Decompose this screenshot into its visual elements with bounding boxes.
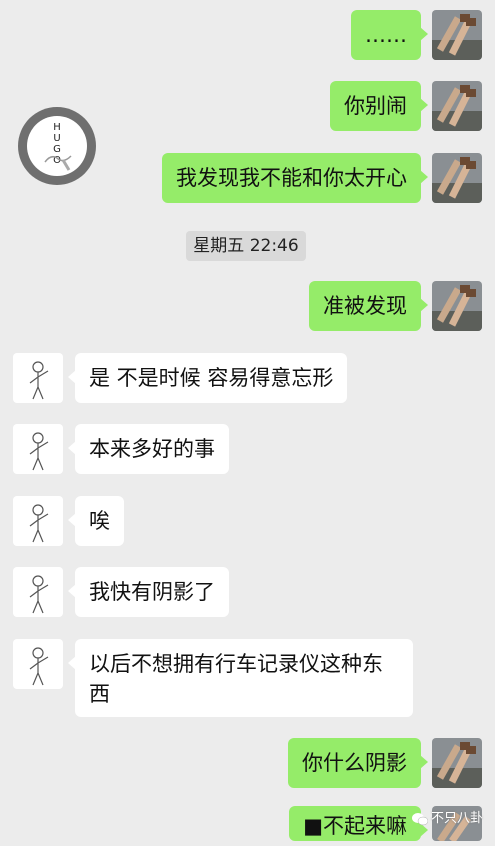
legs-photo-icon — [432, 153, 482, 203]
my-message-bubble[interactable]: 我发现我不能和你太开心 — [162, 153, 428, 203]
message-text: ■不起来嘛 — [303, 814, 407, 838]
contact-avatar[interactable] — [13, 496, 63, 546]
contact-message-bubble[interactable]: 我快有阴影了 — [68, 567, 229, 617]
my-message-bubble[interactable]: ■不起来嘛 — [289, 806, 428, 841]
message-text: 唉 — [89, 509, 110, 533]
my-avatar[interactable] — [432, 153, 482, 203]
chat-timestamp: 星期五 22:46 — [186, 231, 306, 261]
legs-photo-icon — [432, 281, 482, 331]
hugo-sticker-face: HUGO — [27, 116, 87, 176]
legs-photo-icon — [432, 81, 482, 131]
my-message-bubble[interactable]: 你别闹 — [330, 81, 428, 131]
my-avatar[interactable] — [432, 10, 482, 60]
my-message-bubble[interactable]: …… — [351, 10, 428, 60]
message-text: 你什么阴影 — [302, 751, 407, 775]
message-text: 我快有阴影了 — [89, 580, 215, 604]
my-avatar[interactable] — [432, 738, 482, 788]
hugo-sketch — [44, 155, 72, 171]
hugo-sticker: HUGO — [18, 107, 96, 185]
contact-avatar[interactable] — [13, 567, 63, 617]
message-text: 你别闹 — [344, 94, 407, 118]
my-message-bubble[interactable]: 准被发现 — [309, 281, 428, 331]
legs-photo-icon — [432, 10, 482, 60]
sketch-figure-icon — [29, 504, 49, 543]
message-text: 本来多好的事 — [89, 437, 215, 461]
my-avatar[interactable] — [432, 281, 482, 331]
sketch-figure-icon — [29, 361, 49, 400]
message-text: …… — [365, 23, 407, 47]
contact-message-bubble[interactable]: 本来多好的事 — [68, 424, 229, 474]
watermark-text: 不只八卦 — [431, 811, 484, 826]
message-text: 准被发现 — [323, 294, 407, 318]
watermark: 不只八卦 — [412, 808, 483, 830]
message-text: 是 不是时候 容易得意忘形 — [89, 366, 334, 390]
contact-avatar[interactable] — [13, 424, 63, 474]
contact-message-bubble[interactable]: 是 不是时候 容易得意忘形 — [67, 353, 348, 403]
sketch-figure-icon — [29, 575, 49, 614]
contact-message-bubble[interactable]: 以后不想拥有行车记录仪这种东西 — [68, 639, 413, 717]
contact-avatar[interactable] — [13, 353, 63, 403]
wechat-icon — [412, 812, 428, 825]
sketch-figure-icon — [29, 432, 49, 471]
contact-message-bubble[interactable]: 唉 — [68, 496, 124, 546]
sketch-figure-icon — [29, 647, 49, 686]
my-message-bubble[interactable]: 你什么阴影 — [288, 738, 428, 788]
contact-avatar[interactable] — [13, 639, 63, 689]
message-text: 我发现我不能和你太开心 — [176, 166, 407, 190]
legs-photo-icon — [432, 738, 482, 788]
my-avatar[interactable] — [432, 81, 482, 131]
message-text: 以后不想拥有行车记录仪这种东西 — [89, 652, 383, 706]
